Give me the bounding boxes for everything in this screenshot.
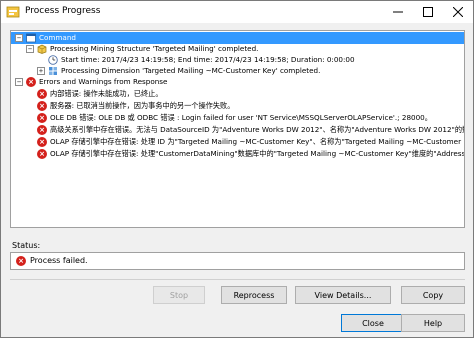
maximize-icon: [423, 7, 433, 17]
error-message: OLAP 存储引擎中存在错误: 处理"CustomerDataMining"数据…: [50, 149, 465, 158]
close-button[interactable]: Close: [341, 314, 405, 332]
error-icon: ×: [37, 125, 47, 135]
clock-icon: [48, 55, 58, 65]
close-icon: [453, 7, 463, 17]
collapse-toggle[interactable]: −: [15, 34, 23, 42]
error-icon: ×: [37, 89, 47, 99]
collapse-toggle[interactable]: −: [15, 78, 23, 86]
error-message: 高级关系引擎中存在错误。无法与 DataSourceID 为"Adventure…: [50, 125, 464, 134]
divider: [10, 279, 465, 280]
error-icon: ×: [37, 101, 47, 111]
process-dimension-icon: [49, 67, 57, 75]
error-icon: ×: [16, 256, 26, 266]
process-cube-icon: [37, 44, 47, 54]
error-icon: ×: [37, 113, 47, 123]
tree-item-label: Errors and Warnings from Response: [39, 77, 168, 86]
process-progress-window: Process Progress − Command − Processing …: [0, 0, 474, 338]
status-text: Process failed.: [30, 256, 88, 265]
title-bar[interactable]: Process Progress: [1, 1, 473, 23]
error-message: OLAP 存储引擎中存在错误: 处理 ID 为"Targeted Mailing…: [50, 137, 464, 146]
error-icon: ×: [37, 137, 47, 147]
view-details-button[interactable]: View Details...: [295, 286, 391, 304]
stop-button[interactable]: Stop: [153, 286, 205, 304]
reprocess-button[interactable]: Reprocess: [221, 286, 287, 304]
help-button[interactable]: Help: [401, 314, 465, 332]
progress-tree[interactable]: − Command − Processing Mining Structure …: [10, 30, 465, 228]
close-window-button[interactable]: [443, 1, 473, 23]
error-message: 内部错误: 操作未能成功，已终止。: [50, 89, 163, 98]
expand-toggle[interactable]: +: [37, 67, 45, 75]
minimize-button[interactable]: [383, 1, 413, 23]
error-icon: ×: [37, 149, 47, 159]
process-progress-app-icon: [6, 6, 20, 18]
command-icon: [26, 33, 36, 43]
error-message: 服务器: 已取消当前操作，因为事务中的另一个操作失败。: [50, 101, 235, 110]
minimize-icon: [393, 11, 403, 13]
window-title: Process Progress: [25, 6, 101, 16]
collapse-toggle[interactable]: −: [26, 45, 34, 53]
maximize-button[interactable]: [413, 1, 443, 23]
copy-button[interactable]: Copy: [401, 286, 465, 304]
status-label: Status:: [12, 241, 41, 250]
status-box: × Process failed.: [10, 252, 465, 270]
error-message: OLE DB 错误: OLE DB 或 ODBC 错误 : Login fail…: [50, 113, 432, 122]
error-icon: ×: [26, 77, 36, 87]
